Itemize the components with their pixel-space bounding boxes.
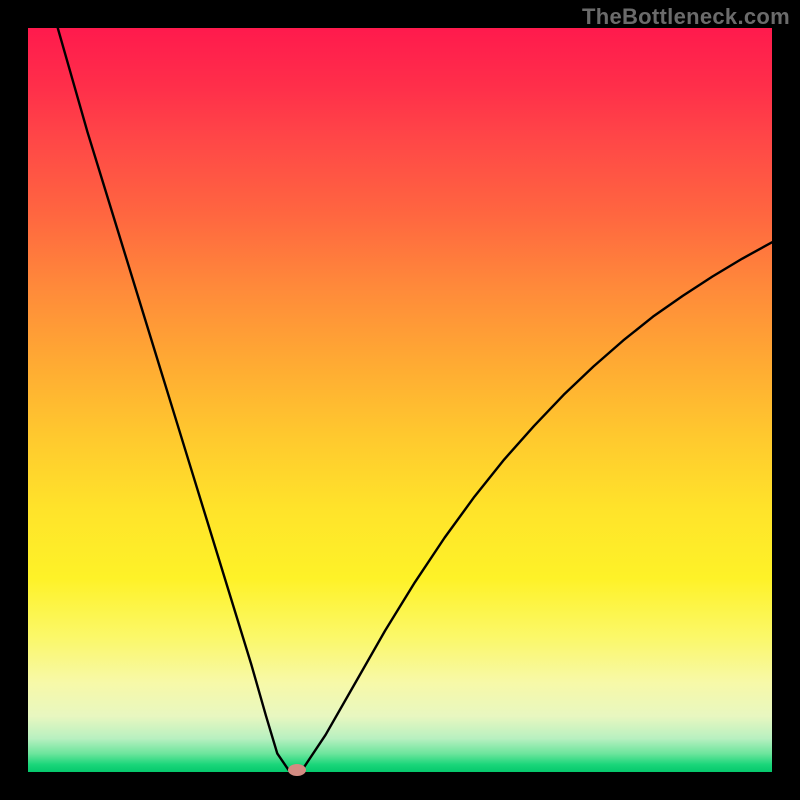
bottleneck-curve <box>58 28 772 770</box>
chart-frame: TheBottleneck.com <box>0 0 800 800</box>
curve-svg <box>28 28 772 772</box>
plot-area <box>28 28 772 772</box>
optimal-point-marker <box>288 764 306 776</box>
watermark-text: TheBottleneck.com <box>582 4 790 30</box>
